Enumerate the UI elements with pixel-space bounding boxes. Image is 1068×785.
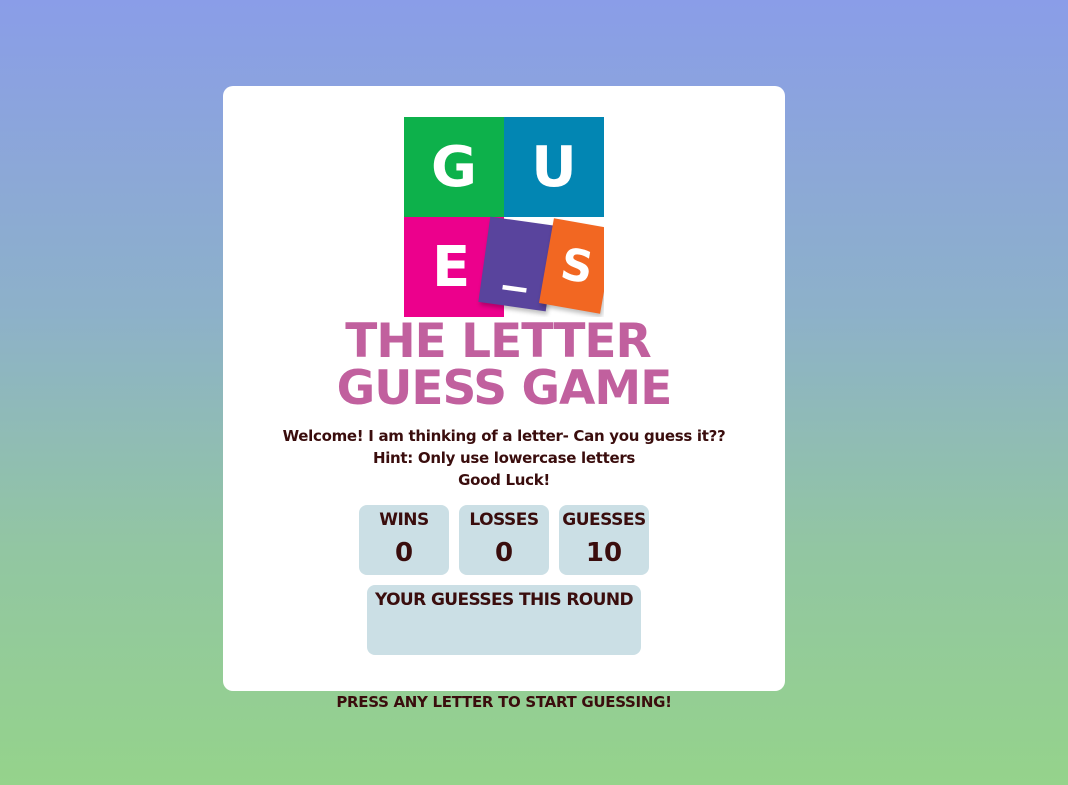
logo-tile-u: U	[504, 117, 604, 217]
losses-box: LOSSES 0	[459, 505, 549, 575]
title-line-1: THE LETTER	[345, 314, 651, 369]
page-title: THE LETTER GUESS GAME	[223, 318, 785, 412]
good-luck-text: Good Luck!	[458, 471, 550, 489]
guesses-this-round-label: YOUR GUESSES THIS ROUND	[374, 590, 634, 610]
hint-text: Hint: Only use lowercase letters	[372, 449, 636, 467]
guesses-this-round-box: YOUR GUESSES THIS ROUND	[367, 585, 641, 655]
logo-tile-g: G	[404, 117, 504, 217]
guesses-box: GUESSES 10	[559, 505, 649, 575]
game-card: G U E _ S THE LETTER GUESS GAME Welcome!…	[223, 86, 785, 691]
title-line-2: GUESS GAME	[336, 361, 673, 416]
wins-label: WINS	[379, 510, 429, 530]
guess-logo: G U E _ S	[404, 117, 604, 317]
losses-label: LOSSES	[469, 510, 539, 530]
wins-box: WINS 0	[359, 505, 449, 575]
guesses-label: GUESSES	[562, 510, 646, 530]
welcome-text: Welcome! I am thinking of a letter- Can …	[282, 427, 726, 445]
losses-value: 0	[494, 538, 514, 568]
start-prompt: PRESS ANY LETTER TO START GUESSING!	[336, 693, 672, 711]
intro-text: Welcome! I am thinking of a letter- Can …	[223, 425, 785, 491]
guesses-value: 10	[585, 538, 623, 568]
wins-value: 0	[394, 538, 414, 568]
